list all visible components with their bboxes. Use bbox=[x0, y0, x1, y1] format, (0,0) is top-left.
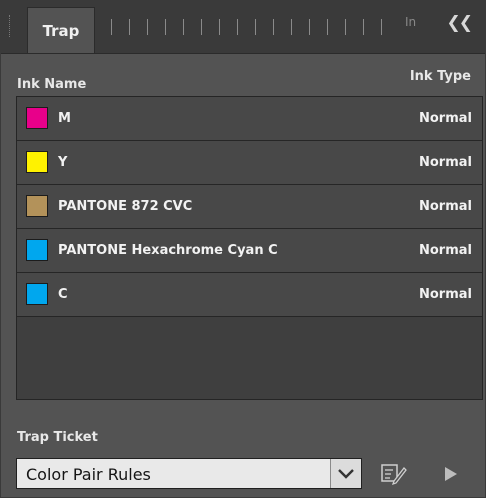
ink-name: C bbox=[58, 287, 68, 302]
collapsed-tabs[interactable] bbox=[111, 13, 411, 41]
tab-grip[interactable] bbox=[9, 15, 16, 37]
tab-divider bbox=[219, 19, 220, 35]
ink-swatch bbox=[26, 107, 48, 129]
tab-divider bbox=[273, 19, 274, 35]
tab-divider bbox=[237, 19, 238, 35]
ink-type: Normal bbox=[419, 155, 472, 170]
ink-swatch bbox=[26, 283, 48, 305]
ink-row[interactable]: PANTONE 872 CVC Normal bbox=[17, 185, 482, 229]
ink-type: Normal bbox=[419, 287, 472, 302]
trap-ticket-label: Trap Ticket bbox=[17, 430, 98, 445]
ink-name: PANTONE Hexachrome Cyan C bbox=[58, 243, 278, 258]
tab-divider bbox=[183, 19, 184, 35]
tab-bar: Trap In ❮❮ bbox=[1, 1, 485, 54]
tab-divider bbox=[291, 19, 292, 35]
ink-name: Y bbox=[58, 155, 68, 170]
ink-row[interactable]: M Normal bbox=[17, 97, 482, 141]
tab-divider bbox=[165, 19, 166, 35]
trap-panel: Trap In ❮❮ Ink Name Ink Type M Normal Y … bbox=[0, 0, 486, 498]
tab-trap[interactable]: Trap bbox=[27, 7, 95, 53]
ink-name: PANTONE 872 CVC bbox=[58, 199, 193, 214]
double-chevron-left-icon[interactable]: ❮❮ bbox=[447, 13, 473, 33]
tab-divider bbox=[129, 19, 130, 35]
tab-divider bbox=[255, 19, 256, 35]
tab-trap-label: Trap bbox=[42, 21, 80, 40]
chevron-down-icon[interactable] bbox=[330, 459, 361, 488]
ink-swatch bbox=[26, 195, 48, 217]
column-header-ink-type: Ink Type bbox=[409, 69, 471, 84]
tab-overflow-label[interactable]: In bbox=[405, 15, 416, 29]
ink-swatch bbox=[26, 239, 48, 261]
tab-divider bbox=[147, 19, 148, 35]
ink-type: Normal bbox=[419, 199, 472, 214]
play-icon[interactable] bbox=[442, 464, 460, 484]
ink-row[interactable]: PANTONE Hexachrome Cyan C Normal bbox=[17, 229, 482, 273]
trap-ticket-select[interactable]: Color Pair Rules bbox=[16, 458, 362, 489]
ink-swatch bbox=[26, 151, 48, 173]
tab-divider bbox=[327, 19, 328, 35]
ink-list[interactable]: M Normal Y Normal PANTONE 872 CVC Normal… bbox=[16, 96, 483, 400]
tab-divider bbox=[363, 19, 364, 35]
ink-type: Normal bbox=[419, 243, 472, 258]
ink-type: Normal bbox=[419, 111, 472, 126]
edit-ticket-icon[interactable] bbox=[381, 462, 407, 486]
ink-row[interactable]: C Normal bbox=[17, 273, 482, 317]
tab-divider bbox=[345, 19, 346, 35]
tab-divider bbox=[381, 19, 382, 35]
ink-row[interactable]: Y Normal bbox=[17, 141, 482, 185]
tab-divider bbox=[111, 19, 112, 35]
column-header-ink-name: Ink Name bbox=[17, 77, 87, 92]
ink-name: M bbox=[58, 111, 71, 126]
trap-ticket-value: Color Pair Rules bbox=[26, 465, 151, 484]
tab-divider bbox=[201, 19, 202, 35]
tab-divider bbox=[309, 19, 310, 35]
